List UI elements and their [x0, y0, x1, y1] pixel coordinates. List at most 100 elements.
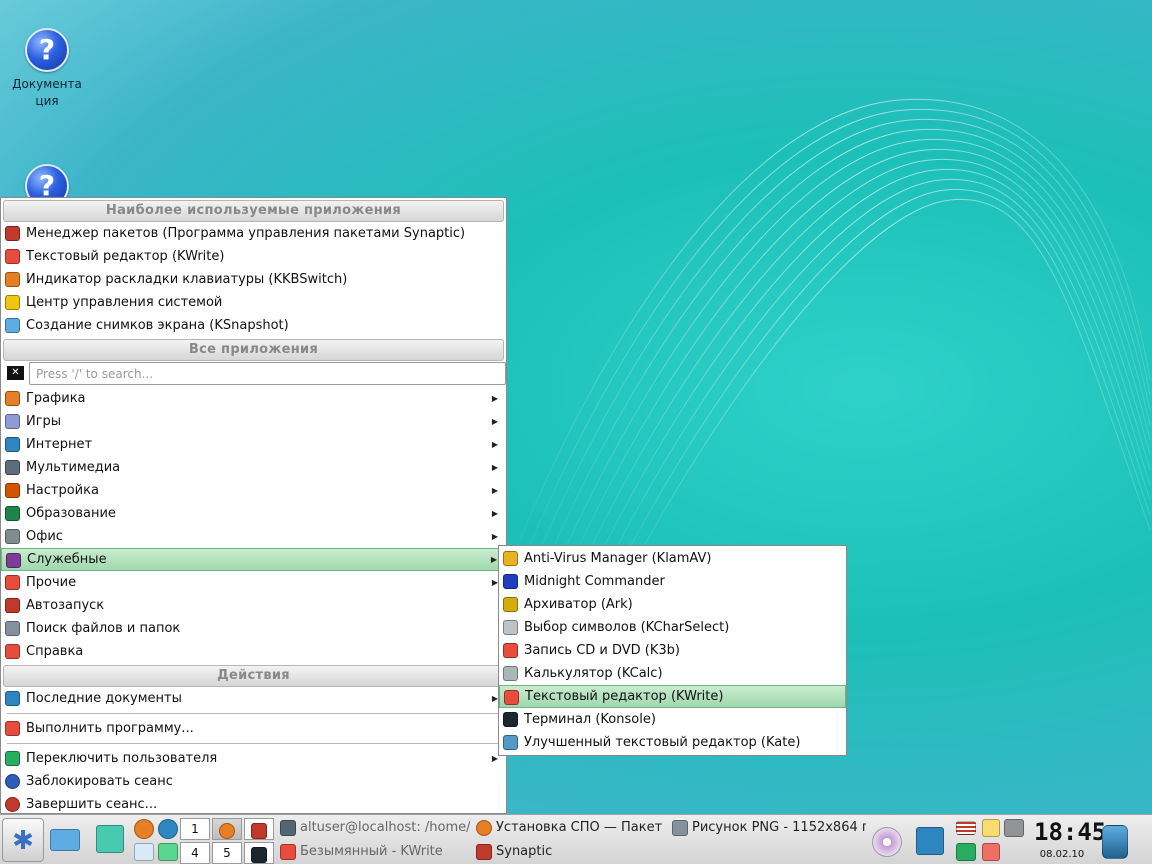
submenu-item-kcharselect[interactable]: Выбор символов (KCharSelect) — [499, 616, 846, 639]
submenu-item-mc[interactable]: Midnight Commander — [499, 570, 846, 593]
menu-item-recent-documents[interactable]: Последние документы ▶ — [1, 687, 506, 710]
submenu-arrow-icon: ▶ — [491, 417, 498, 426]
menu-category-settings[interactable]: Настройка ▶ — [1, 479, 506, 502]
menu-category-other[interactable]: Прочие ▶ — [1, 571, 506, 594]
menu-item-label: Настройка — [26, 483, 99, 498]
taskbar: ✱ 1 4 5 altuser@localhost: /home/ Устано… — [0, 814, 1152, 864]
menu-item-label: Выполнить программу... — [26, 721, 194, 736]
graphics-icon — [5, 391, 20, 406]
ark-icon — [503, 597, 518, 612]
category-list: Графика ▶ Игры ▶ Интернет ▶ Мультимедиа ▶ Настро… — [1, 387, 506, 594]
desktop-icon-label: Документа ция — [12, 77, 82, 108]
firefox-launcher-icon[interactable] — [134, 819, 154, 839]
separator — [7, 713, 500, 714]
pager-desktop-6[interactable] — [244, 842, 274, 864]
menu-item-switch-user[interactable]: Переключить пользователя ▶ — [1, 747, 506, 770]
pager-desktop-4[interactable]: 4 — [180, 842, 210, 864]
frequent-apps-list: Менеджер пакетов (Программа управления п… — [1, 222, 506, 337]
menu-item-synaptic[interactable]: Менеджер пакетов (Программа управления п… — [1, 222, 506, 245]
task-terminal[interactable]: altuser@localhost: /home/ — [280, 817, 470, 839]
menu-item-kwrite[interactable]: Текстовый редактор (KWrite) — [1, 245, 506, 268]
kwrite-icon — [5, 249, 20, 264]
network-icon[interactable] — [956, 843, 976, 861]
trash-icon[interactable] — [1102, 825, 1128, 859]
menu-item-label: Текстовый редактор (KWrite) — [26, 249, 225, 264]
kate-icon — [503, 735, 518, 750]
pager-desktop-1[interactable]: 1 — [180, 818, 210, 840]
volume-icon[interactable] — [1004, 819, 1024, 837]
menu-category-utilities[interactable]: Служебные ▶ — [1, 548, 506, 571]
submenu-item-kcalc[interactable]: Калькулятор (KCalc) — [499, 662, 846, 685]
menu-item-label: Терминал (Konsole) — [524, 712, 656, 727]
menu-category-multimedia[interactable]: Мультимедиа ▶ — [1, 456, 506, 479]
submenu-item-kwrite[interactable]: Текстовый редактор (KWrite) — [499, 685, 846, 708]
task-image[interactable]: Рисунок PNG - 1152x864 п — [672, 817, 866, 839]
menu-item-label: Текстовый редактор (KWrite) — [525, 689, 724, 704]
menu-item-label: Мультимедиа — [26, 460, 121, 475]
browser-launcher-icon[interactable] — [158, 819, 178, 839]
menu-item-autostart[interactable]: Автозапуск — [1, 594, 506, 617]
internet-icon — [5, 437, 20, 452]
menu-item-label: Индикатор раскладки клавиатуры (KKBSwitc… — [26, 272, 348, 287]
task-synaptic[interactable]: Synaptic — [476, 841, 666, 863]
utilities-icon — [6, 553, 21, 568]
task-firefox[interactable]: Установка СПО — Пакет — [476, 817, 666, 839]
clear-search-icon[interactable]: ✕ — [7, 366, 24, 380]
pager-desktop-3[interactable] — [244, 818, 274, 840]
menu-item-kkbswitch[interactable]: Индикатор раскладки клавиатуры (KKBSwitc… — [1, 268, 506, 291]
firefox-icon — [476, 819, 492, 836]
help-icon: ? — [25, 28, 69, 72]
kmenu-button[interactable]: ✱ — [2, 818, 44, 862]
menu-category-internet[interactable]: Интернет ▶ — [1, 433, 506, 456]
education-icon — [5, 506, 20, 521]
settings-icon — [5, 483, 20, 498]
notes-launcher-icon[interactable] — [134, 843, 154, 861]
mc-icon — [503, 574, 518, 589]
task-label: altuser@localhost: /home/ — [300, 820, 470, 835]
update-icon[interactable] — [982, 843, 1000, 861]
menu-item-label: Последние документы — [26, 691, 182, 706]
kde-gear-icon: ✱ — [12, 826, 34, 856]
menu-item-label: Образование — [26, 506, 116, 521]
submenu-arrow-icon: ▶ — [491, 394, 498, 403]
floppy-save-icon[interactable] — [916, 827, 944, 855]
cd-icon[interactable] — [872, 827, 902, 857]
menu-item-label: Завершить сеанс... — [26, 797, 158, 812]
us-flag-icon[interactable] — [956, 821, 976, 835]
menu-item-ksnapshot[interactable]: Создание снимков экрана (KSnapshot) — [1, 314, 506, 337]
kwrite-launcher-icon[interactable] — [96, 825, 124, 853]
kkbswitch-icon — [5, 272, 20, 287]
computer-icon[interactable] — [50, 829, 80, 851]
menu-item-help-lifebuoy[interactable]: Справка — [1, 640, 506, 663]
synaptic-icon — [5, 226, 20, 241]
klamav-icon — [503, 551, 518, 566]
menu-category-graphics[interactable]: Графика ▶ — [1, 387, 506, 410]
submenu-item-ark[interactable]: Архиватор (Ark) — [499, 593, 846, 616]
menu-item-find[interactable]: Поиск файлов и папок — [1, 617, 506, 640]
desktop-icon-documentation[interactable]: ? Документа ция — [2, 28, 92, 110]
submenu-arrow-icon: ▶ — [490, 555, 497, 564]
menu-item-lock-session[interactable]: Заблокировать сеанс — [1, 770, 506, 793]
task-kwrite[interactable]: Безымянный - KWrite — [280, 841, 470, 863]
menu-item-label: Менеджер пакетов (Программа управления п… — [26, 226, 466, 241]
clipboard-icon[interactable] — [982, 819, 1000, 837]
submenu-arrow-icon: ▶ — [491, 463, 498, 472]
submenu-item-kate[interactable]: Улучшенный текстовый редактор (Kate) — [499, 731, 846, 754]
multimedia-icon — [5, 460, 20, 475]
menu-item-logout[interactable]: Завершить сеанс... — [1, 793, 506, 816]
menu-item-label: Заблокировать сеанс — [26, 774, 173, 789]
game-launcher-icon[interactable] — [158, 843, 178, 861]
menu-category-education[interactable]: Образование ▶ — [1, 502, 506, 525]
submenu-item-konsole[interactable]: Терминал (Konsole) — [499, 708, 846, 731]
clock[interactable]: 18:45 — [1034, 817, 1106, 847]
menu-item-label: Игры — [26, 414, 62, 429]
pager-desktop-5[interactable]: 5 — [212, 842, 242, 864]
menu-item-control-center[interactable]: Центр управления системой — [1, 291, 506, 314]
menu-item-run-program[interactable]: Выполнить программу... — [1, 717, 506, 740]
submenu-item-klamav[interactable]: Anti-Virus Manager (KlamAV) — [499, 547, 846, 570]
pager-desktop-2[interactable] — [212, 818, 242, 840]
search-input[interactable] — [29, 362, 506, 385]
menu-category-office[interactable]: Офис ▶ — [1, 525, 506, 548]
menu-category-games[interactable]: Игры ▶ — [1, 410, 506, 433]
submenu-item-k3b[interactable]: Запись CD и DVD (K3b) — [499, 639, 846, 662]
